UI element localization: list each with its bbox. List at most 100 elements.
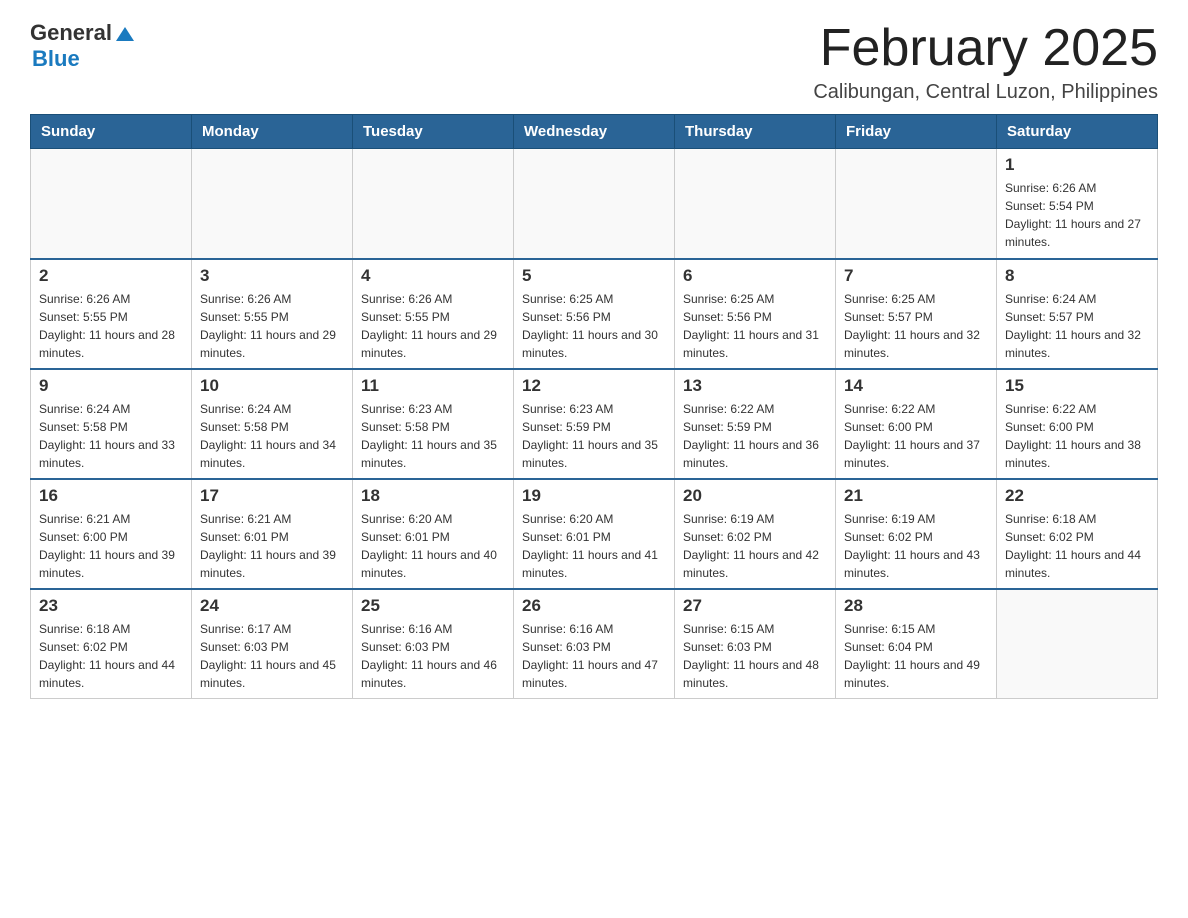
calendar-cell: 20Sunrise: 6:19 AMSunset: 6:02 PMDayligh… [675,479,836,589]
calendar-cell: 10 Sunrise: 6:24 AMSunset: 5:58 PMDayligh… [192,369,353,479]
day-number: 15 [1005,376,1149,396]
calendar-cell [675,149,836,259]
day-number: 20 [683,486,827,506]
day-number: 4 [361,266,505,286]
day-info: Sunrise: 6:19 AMSunset: 6:02 PMDaylight:… [844,510,988,582]
day-info: Sunrise: 6:15 AMSunset: 6:03 PMDaylight:… [683,620,827,692]
day-info: Sunrise: 6:22 AMSunset: 5:59 PMDaylight:… [683,400,827,472]
day-info: Sunrise: 6:26 AMSunset: 5:55 PMDaylight:… [361,290,505,362]
calendar-cell: 1 Sunrise: 6:26 AMSunset: 5:54 PMDaylight… [997,149,1158,259]
day-number: 2 [39,266,183,286]
column-header-sunday: Sunday [31,115,192,149]
day-number: 9 [39,376,183,396]
day-info: Sunrise: 6:18 AMSunset: 6:02 PMDaylight:… [1005,510,1149,582]
day-number: 17 [200,486,344,506]
calendar-cell: 13 Sunrise: 6:22 AMSunset: 5:59 PMDayligh… [675,369,836,479]
day-info: Sunrise: 6:25 AMSunset: 5:56 PMDaylight:… [522,290,666,362]
day-info: Sunrise: 6:23 AMSunset: 5:58 PMDaylight:… [361,400,505,472]
day-info: Sunrise: 6:25 AMSunset: 5:56 PMDaylight:… [683,290,827,362]
calendar-cell: 25 Sunrise: 6:16 AMSunset: 6:03 PMDayligh… [353,589,514,699]
day-number: 16 [39,486,183,506]
day-number: 5 [522,266,666,286]
day-info: Sunrise: 6:25 AMSunset: 5:57 PMDaylight:… [844,290,988,362]
calendar-cell: 21Sunrise: 6:19 AMSunset: 6:02 PMDayligh… [836,479,997,589]
calendar-cell: 18 Sunrise: 6:20 AMSunset: 6:01 PMDayligh… [353,479,514,589]
days-header-row: SundayMondayTuesdayWednesdayThursdayFrid… [31,115,1158,149]
calendar-cell: 8 Sunrise: 6:24 AMSunset: 5:57 PMDaylight… [997,259,1158,369]
day-info: Sunrise: 6:22 AMSunset: 6:00 PMDaylight:… [844,400,988,472]
day-info: Sunrise: 6:18 AMSunset: 6:02 PMDaylight:… [39,620,183,692]
logo: General Blue [30,20,134,72]
calendar-cell: 15 Sunrise: 6:22 AMSunset: 6:00 PMDayligh… [997,369,1158,479]
day-number: 28 [844,596,988,616]
calendar-cell: 28 Sunrise: 6:15 AMSunset: 6:04 PMDayligh… [836,589,997,699]
day-info: Sunrise: 6:20 AMSunset: 6:01 PMDaylight:… [522,510,666,582]
day-number: 19 [522,486,666,506]
calendar-cell: 6 Sunrise: 6:25 AMSunset: 5:56 PMDaylight… [675,259,836,369]
logo-blue-text: Blue [32,46,80,72]
day-number: 22 [1005,486,1149,506]
day-info: Sunrise: 6:22 AMSunset: 6:00 PMDaylight:… [1005,400,1149,472]
day-number: 23 [39,596,183,616]
column-header-thursday: Thursday [675,115,836,149]
week-row-5: 23 Sunrise: 6:18 AMSunset: 6:02 PMDayligh… [31,589,1158,699]
column-header-saturday: Saturday [997,115,1158,149]
column-header-tuesday: Tuesday [353,115,514,149]
day-number: 10 [200,376,344,396]
logo-general-text: General [30,20,112,46]
column-header-monday: Monday [192,115,353,149]
day-number: 27 [683,596,827,616]
calendar-cell: 26 Sunrise: 6:16 AMSunset: 6:03 PMDayligh… [514,589,675,699]
calendar-cell [514,149,675,259]
calendar-cell: 9 Sunrise: 6:24 AMSunset: 5:58 PMDaylight… [31,369,192,479]
calendar-cell: 4 Sunrise: 6:26 AMSunset: 5:55 PMDaylight… [353,259,514,369]
day-info: Sunrise: 6:24 AMSunset: 5:58 PMDaylight:… [200,400,344,472]
day-info: Sunrise: 6:24 AMSunset: 5:57 PMDaylight:… [1005,290,1149,362]
day-number: 8 [1005,266,1149,286]
day-number: 11 [361,376,505,396]
calendar-cell: 7Sunrise: 6:25 AMSunset: 5:57 PMDaylight… [836,259,997,369]
calendar-cell [192,149,353,259]
day-info: Sunrise: 6:16 AMSunset: 6:03 PMDaylight:… [361,620,505,692]
calendar-cell: 3 Sunrise: 6:26 AMSunset: 5:55 PMDaylight… [192,259,353,369]
calendar-cell [353,149,514,259]
calendar-table: SundayMondayTuesdayWednesdayThursdayFrid… [30,114,1158,699]
column-header-friday: Friday [836,115,997,149]
day-info: Sunrise: 6:26 AMSunset: 5:55 PMDaylight:… [39,290,183,362]
calendar-cell: 14 Sunrise: 6:22 AMSunset: 6:00 PMDayligh… [836,369,997,479]
week-row-4: 16 Sunrise: 6:21 AMSunset: 6:00 PMDayligh… [31,479,1158,589]
calendar-cell: 5 Sunrise: 6:25 AMSunset: 5:56 PMDaylight… [514,259,675,369]
day-info: Sunrise: 6:21 AMSunset: 6:00 PMDaylight:… [39,510,183,582]
day-info: Sunrise: 6:24 AMSunset: 5:58 PMDaylight:… [39,400,183,472]
calendar-cell: 27 Sunrise: 6:15 AMSunset: 6:03 PMDayligh… [675,589,836,699]
calendar-cell: 17Sunrise: 6:21 AMSunset: 6:01 PMDayligh… [192,479,353,589]
day-number: 14 [844,376,988,396]
calendar-cell: 23 Sunrise: 6:18 AMSunset: 6:02 PMDayligh… [31,589,192,699]
day-info: Sunrise: 6:26 AMSunset: 5:55 PMDaylight:… [200,290,344,362]
day-number: 13 [683,376,827,396]
day-number: 3 [200,266,344,286]
day-number: 6 [683,266,827,286]
calendar-cell: 12 Sunrise: 6:23 AMSunset: 5:59 PMDayligh… [514,369,675,479]
page-header: General Blue February 2025 Calibungan, C… [30,20,1158,104]
day-info: Sunrise: 6:20 AMSunset: 6:01 PMDaylight:… [361,510,505,582]
day-number: 1 [1005,155,1149,175]
calendar-cell [31,149,192,259]
week-row-1: 1 Sunrise: 6:26 AMSunset: 5:54 PMDaylight… [31,149,1158,259]
day-number: 25 [361,596,505,616]
calendar-cell: 24Sunrise: 6:17 AMSunset: 6:03 PMDayligh… [192,589,353,699]
day-number: 24 [200,596,344,616]
day-number: 18 [361,486,505,506]
day-info: Sunrise: 6:23 AMSunset: 5:59 PMDaylight:… [522,400,666,472]
day-info: Sunrise: 6:15 AMSunset: 6:04 PMDaylight:… [844,620,988,692]
calendar-cell: 11 Sunrise: 6:23 AMSunset: 5:58 PMDayligh… [353,369,514,479]
calendar-cell: 2 Sunrise: 6:26 AMSunset: 5:55 PMDaylight… [31,259,192,369]
calendar-cell [836,149,997,259]
week-row-2: 2 Sunrise: 6:26 AMSunset: 5:55 PMDaylight… [31,259,1158,369]
calendar-cell: 22 Sunrise: 6:18 AMSunset: 6:02 PMDayligh… [997,479,1158,589]
title-area: February 2025 Calibungan, Central Luzon,… [813,20,1158,104]
day-info: Sunrise: 6:16 AMSunset: 6:03 PMDaylight:… [522,620,666,692]
day-number: 12 [522,376,666,396]
day-info: Sunrise: 6:26 AMSunset: 5:54 PMDaylight:… [1005,179,1149,251]
day-number: 26 [522,596,666,616]
